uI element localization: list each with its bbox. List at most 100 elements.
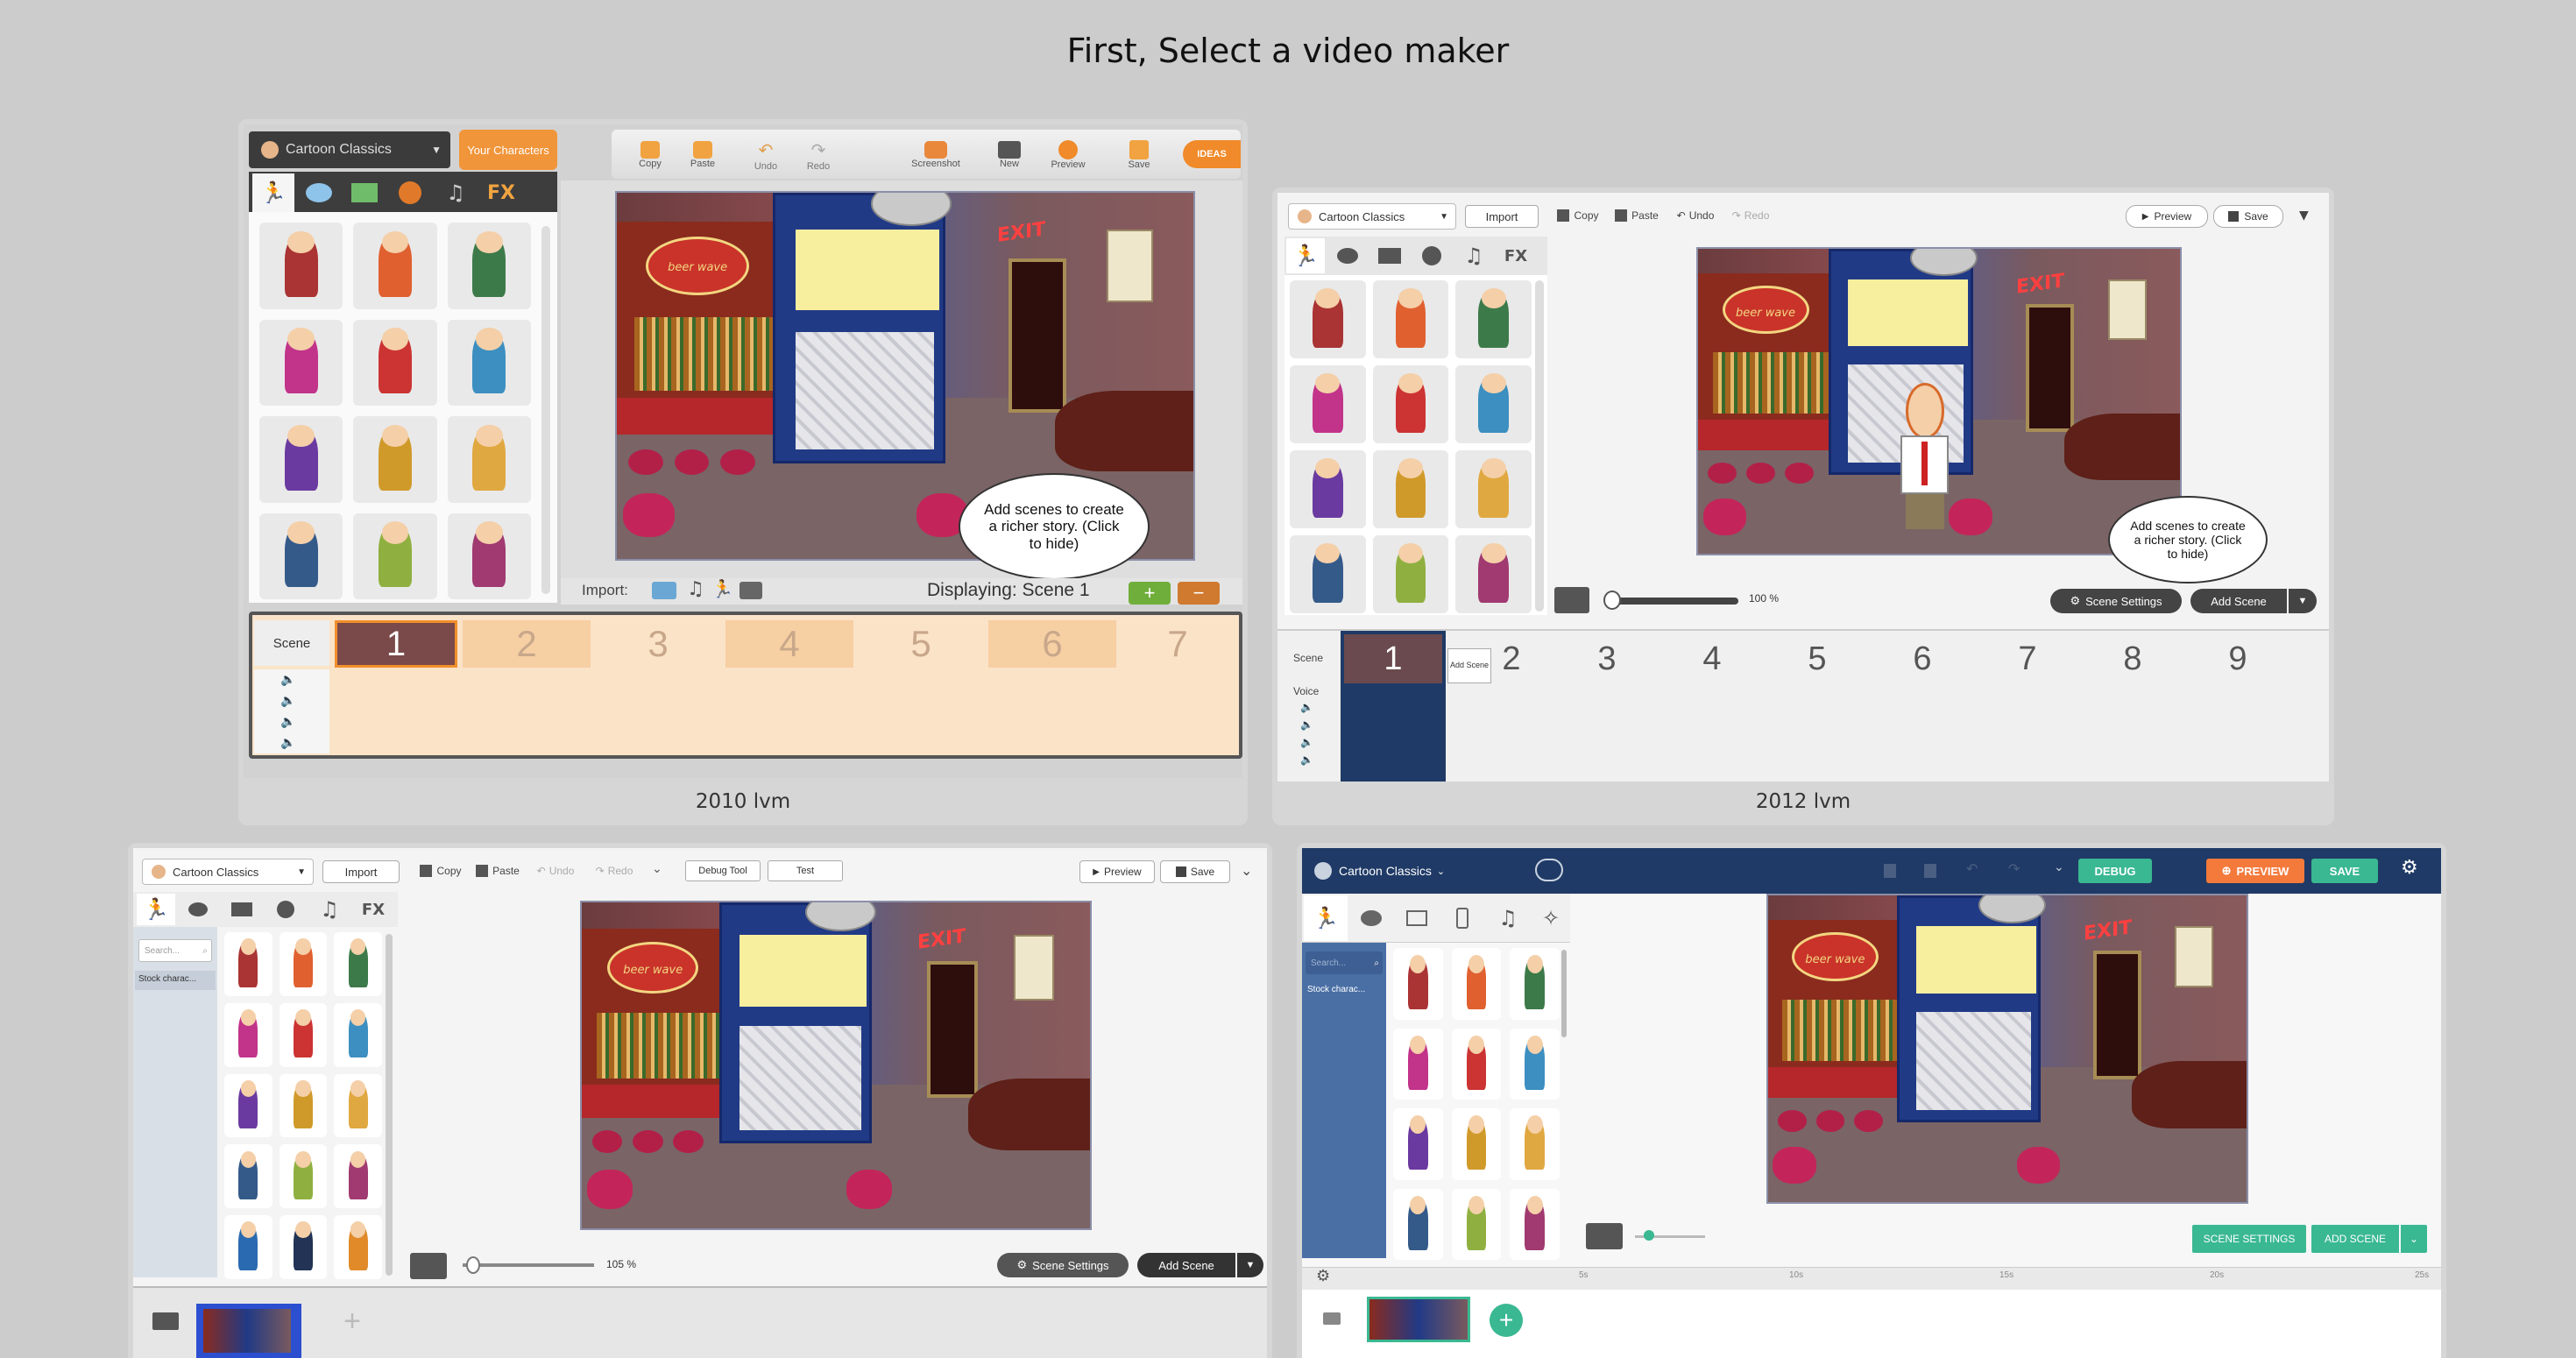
new-button[interactable]: New xyxy=(985,133,1034,177)
character-thumb[interactable] xyxy=(259,319,343,406)
hint-bubble[interactable]: Add scenes to create a richer story. (Cl… xyxy=(959,473,1150,580)
remove-scene-icon[interactable]: − xyxy=(1178,582,1220,605)
character-thumb[interactable] xyxy=(353,319,437,406)
character-thumb[interactable] xyxy=(1510,1108,1560,1180)
timeline-scene-4[interactable]: 4 xyxy=(725,620,853,668)
character-thumb[interactable] xyxy=(279,1002,328,1067)
tab-fx[interactable]: FX xyxy=(480,173,522,212)
character-thumb[interactable] xyxy=(1290,365,1366,443)
tab-music[interactable]: ♫ xyxy=(435,173,477,212)
character-thumb[interactable] xyxy=(353,223,437,309)
character-thumb[interactable] xyxy=(1451,1188,1502,1260)
character-thumb[interactable] xyxy=(224,1144,272,1209)
chevron-down-icon[interactable]: ⌄ xyxy=(652,862,662,876)
character-thumb[interactable] xyxy=(1455,280,1532,358)
timeline-scene-1[interactable] xyxy=(1367,1297,1470,1342)
character-thumb[interactable] xyxy=(224,932,272,996)
theme-dropdown[interactable]: Cartoon Classics ▼ xyxy=(1288,203,1456,230)
character-thumb[interactable] xyxy=(353,513,437,599)
screenshot-button[interactable]: Screenshot xyxy=(901,133,971,177)
character-thumb[interactable] xyxy=(1393,1028,1443,1100)
tab-backgrounds[interactable] xyxy=(223,894,261,925)
character-thumb[interactable] xyxy=(447,513,531,599)
screenshot-icon[interactable] xyxy=(1554,587,1589,613)
debug-button[interactable]: DEBUG xyxy=(2078,859,2152,883)
tab-music[interactable]: ♫ xyxy=(310,894,349,925)
character-thumb[interactable] xyxy=(224,1215,272,1279)
tab-backgrounds[interactable] xyxy=(343,173,386,212)
add-scene-menu-button[interactable]: ▼ xyxy=(1237,1253,1263,1277)
screenshot-icon[interactable] xyxy=(1586,1223,1623,1249)
timeline-scene-3[interactable]: 3 xyxy=(594,620,722,668)
character-thumb[interactable] xyxy=(1510,1188,1560,1260)
character-thumb[interactable] xyxy=(1451,1108,1502,1180)
asset-scrollbar[interactable] xyxy=(541,226,550,594)
asset-scrollbar[interactable] xyxy=(386,934,393,1276)
hint-bubble[interactable]: Add scenes to create a richer story. (Cl… xyxy=(2108,496,2268,584)
character-thumb[interactable] xyxy=(259,513,343,599)
import-button[interactable]: Import xyxy=(1465,205,1539,228)
tab-fx[interactable]: FX xyxy=(1497,238,1535,273)
character-thumb[interactable] xyxy=(1372,450,1449,528)
maker-card-3[interactable]: Cartoon Classics ▼ Import Copy Paste ↶ Un… xyxy=(128,843,1272,1358)
redo-button[interactable]: ↷ Redo xyxy=(792,133,845,177)
tab-bubbles[interactable] xyxy=(179,894,217,925)
scene-settings-button[interactable]: SCENE SETTINGS xyxy=(2192,1225,2306,1253)
character-thumb[interactable] xyxy=(1372,535,1449,613)
tab-fx[interactable]: FX xyxy=(354,894,393,925)
tab-bubbles[interactable] xyxy=(298,173,340,212)
debug-tool-button[interactable]: Debug Tool xyxy=(685,860,761,881)
character-thumb[interactable] xyxy=(1393,1108,1443,1180)
character-thumb[interactable] xyxy=(1451,948,1502,1020)
copy-button[interactable]: Copy xyxy=(624,133,676,177)
timeline-scene-5[interactable]: 5 xyxy=(857,620,985,668)
timeline-scene-4[interactable]: 4 xyxy=(1660,634,1765,683)
import-button[interactable]: Import xyxy=(322,860,400,883)
timeline-scene-2[interactable]: 2 xyxy=(463,620,591,668)
character-thumb[interactable] xyxy=(1455,365,1532,443)
redo-button[interactable]: ↷ Redo xyxy=(587,860,641,881)
tab-characters[interactable]: 🏃 xyxy=(137,894,175,925)
add-scene-icon[interactable]: + xyxy=(1129,582,1171,605)
timeline-scene-1[interactable]: 1 xyxy=(1344,634,1442,683)
character-thumb[interactable] xyxy=(1510,1028,1560,1100)
add-scene-small-button[interactable]: Add Scene xyxy=(1447,648,1491,683)
tab-effects[interactable]: ✧ xyxy=(1532,895,1570,941)
stage-character[interactable] xyxy=(1900,383,1949,530)
preview-button[interactable]: ▶ Preview xyxy=(1079,860,1155,883)
search-input[interactable]: Search... ⌕ xyxy=(1306,951,1383,974)
character-thumb[interactable] xyxy=(1290,450,1366,528)
chevron-down-icon[interactable]: ⌄ xyxy=(2054,860,2064,874)
copy-icon[interactable] xyxy=(1884,864,1896,878)
import-image-icon[interactable] xyxy=(652,582,676,599)
timeline-scene-7[interactable]: 7 xyxy=(1120,620,1235,668)
character-thumb[interactable] xyxy=(334,1144,382,1209)
settings-gear-icon[interactable]: ⚙ xyxy=(1316,1267,1330,1285)
zoom-slider-handle[interactable] xyxy=(1644,1230,1654,1241)
character-thumb[interactable] xyxy=(224,1073,272,1138)
character-thumb[interactable] xyxy=(1290,535,1366,613)
character-thumb[interactable] xyxy=(279,1144,328,1209)
add-scene-button[interactable]: ADD SCENE xyxy=(2311,1225,2399,1253)
menu-chevron-icon[interactable]: ▼ xyxy=(2299,209,2309,223)
tab-props[interactable] xyxy=(1412,238,1451,273)
timeline-scene-5[interactable]: 5 xyxy=(1765,634,1870,683)
maker-card-4[interactable]: Cartoon Classics ⌄ ↶ ↷ ⌄ DEBUG ⊕ PREVIEW … xyxy=(1297,843,2446,1358)
add-scene-button[interactable]: Add Scene xyxy=(2190,589,2287,613)
character-thumb[interactable] xyxy=(447,319,531,406)
zoom-slider[interactable] xyxy=(463,1263,594,1267)
character-thumb[interactable] xyxy=(224,1002,272,1067)
tab-bubbles[interactable] xyxy=(1349,895,1393,941)
screenshot-icon[interactable] xyxy=(410,1253,447,1279)
ideas-button[interactable]: IDEAS xyxy=(1183,140,1241,168)
save-button[interactable]: SAVE xyxy=(2311,859,2378,883)
import-character-icon[interactable]: 🏃 xyxy=(711,578,733,599)
import-music-icon[interactable]: ♫ xyxy=(687,578,704,600)
zoom-slider[interactable] xyxy=(1607,598,1738,605)
preview-button[interactable]: ▶ Preview xyxy=(2126,205,2208,228)
timeline-scene-3[interactable]: 3 xyxy=(1554,634,1660,683)
paste-button[interactable]: Paste xyxy=(676,133,729,177)
timeline-scene-2[interactable]: 2 xyxy=(1491,634,1532,683)
undo-button[interactable]: ↶ Undo xyxy=(740,133,792,177)
timeline-scene-9[interactable]: 9 xyxy=(2185,634,2290,683)
